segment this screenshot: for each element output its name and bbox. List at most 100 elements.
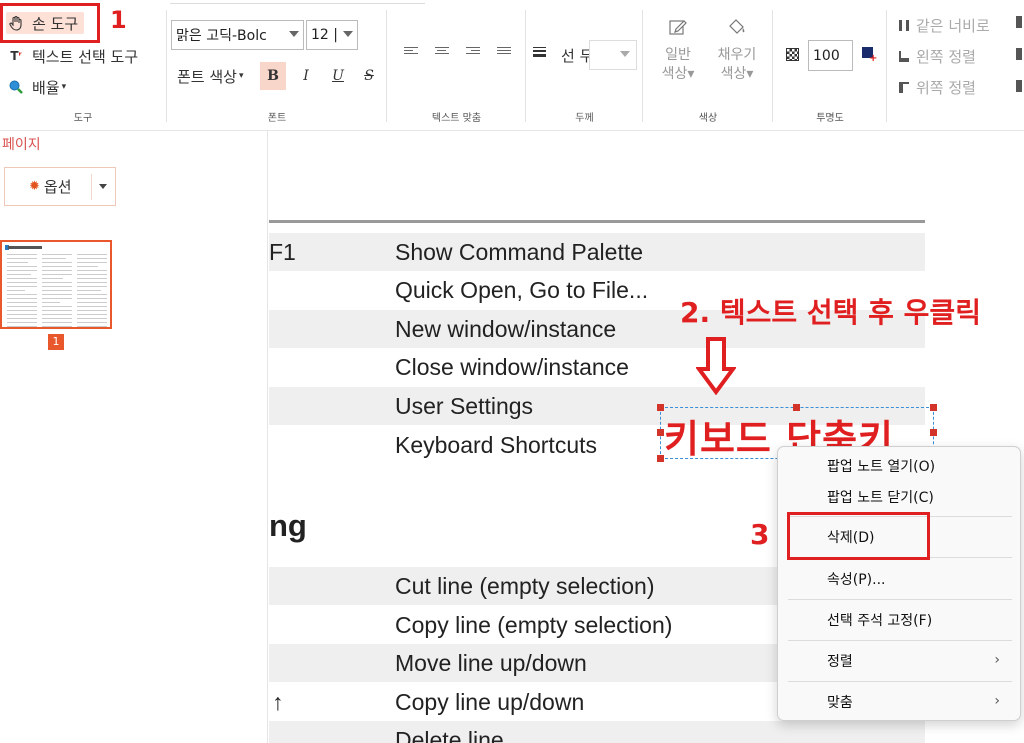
shortcut-key: ↑ bbox=[272, 689, 284, 715]
resize-handle[interactable] bbox=[930, 404, 937, 411]
menu-item-label: 맞춤 bbox=[827, 695, 853, 711]
align-left-label: 왼쪽 정렬 bbox=[916, 47, 976, 66]
step3-highlight-box bbox=[787, 512, 930, 560]
resize-handle[interactable] bbox=[657, 429, 664, 436]
font-group: 맑은 고딕-Bolc 12 | 폰트 색상 ▾ B I U S 폰트 bbox=[168, 0, 386, 130]
color-group-label: 색상 bbox=[698, 113, 718, 124]
options-button[interactable]: ✹ 옵션 bbox=[4, 167, 116, 206]
menu-item-properties[interactable]: 속성(P)... bbox=[786, 563, 1014, 595]
page-thumbnail[interactable] bbox=[0, 240, 112, 329]
opacity-input[interactable]: 100 bbox=[808, 40, 853, 71]
resize-handle[interactable] bbox=[657, 404, 664, 411]
context-menu: 팝업 노트 열기(O) 팝업 노트 닫기(C) 삭제(D) 속성(P)... 선… bbox=[777, 446, 1021, 721]
italic-label: I bbox=[303, 68, 309, 84]
bold-label: B bbox=[267, 68, 279, 84]
paint-bucket-icon bbox=[726, 16, 748, 38]
opacity-group: 100 + 투명도 bbox=[774, 0, 886, 130]
page-panel: 페이지 ✹ 옵션 1 bbox=[0, 131, 268, 743]
normal-color-button[interactable]: 일반 색상▾ bbox=[656, 16, 700, 84]
font-family-value: 맑은 고딕-Bolc bbox=[176, 28, 267, 44]
shortcut-description: New window/instance bbox=[395, 316, 617, 342]
font-size-select[interactable]: 12 | bbox=[306, 20, 358, 50]
shortcut-description: User Settings bbox=[395, 393, 534, 419]
menu-item-lock-annotation[interactable]: 선택 주석 고정(F) bbox=[786, 604, 1014, 636]
chevron-down-icon bbox=[343, 31, 353, 37]
resize-handle[interactable] bbox=[657, 455, 664, 462]
table-row: Close window/instance bbox=[269, 348, 925, 386]
shortcut-description: Cut line (empty selection) bbox=[395, 573, 655, 599]
bold-button[interactable]: B bbox=[260, 62, 286, 90]
options-label: 옵션 bbox=[43, 178, 72, 196]
menu-item-fit[interactable]: 맞춤 › bbox=[786, 686, 1014, 718]
overflow-icon bbox=[1016, 80, 1022, 92]
normal-color-label-1: 일반 bbox=[665, 47, 691, 63]
opacity-icon bbox=[786, 48, 799, 61]
underline-button[interactable]: U bbox=[325, 62, 351, 90]
thumbnail-column bbox=[77, 254, 107, 327]
chevron-down-icon[interactable] bbox=[99, 184, 107, 189]
text-select-tool-button[interactable]: Tʳ 텍스트 선택 도구 bbox=[6, 45, 138, 67]
chevron-down-icon bbox=[289, 31, 299, 37]
text-select-tool-label: 텍스트 선택 도구 bbox=[32, 47, 139, 66]
menu-item-close-popup-note[interactable]: 팝업 노트 닫기(C) bbox=[786, 481, 1014, 513]
font-color-label: 폰트 색상 bbox=[177, 67, 237, 86]
menu-item-label: 팝업 노트 닫기(C) bbox=[827, 490, 934, 506]
opacity-apply-icon[interactable]: + bbox=[862, 47, 877, 64]
page-number-badge: 1 bbox=[48, 334, 64, 350]
font-group-label: 폰트 bbox=[267, 113, 287, 124]
chevron-right-icon: › bbox=[994, 693, 1000, 709]
fill-color-label-1: 채우기 bbox=[717, 47, 757, 63]
fill-color-button[interactable]: 채우기 색상▾ bbox=[710, 16, 764, 84]
same-width-icon bbox=[898, 15, 910, 35]
section-heading: ng bbox=[269, 508, 307, 543]
thumbnail-column bbox=[42, 254, 72, 327]
zoom-tool-button[interactable]: 배율 ▾ bbox=[6, 76, 66, 98]
strikethrough-button[interactable]: S bbox=[356, 62, 382, 90]
arrange-group: 같은 너비로 왼쪽 정렬 위쪽 정렬 bbox=[888, 0, 1024, 130]
text-select-icon: Tʳ bbox=[10, 49, 22, 63]
chevron-right-icon: › bbox=[994, 652, 1000, 668]
menu-separator bbox=[788, 599, 1012, 600]
divider bbox=[642, 10, 643, 122]
shortcut-key: F1 bbox=[269, 239, 296, 265]
align-left-button[interactable]: 왼쪽 정렬 bbox=[898, 45, 976, 67]
same-width-button[interactable]: 같은 너비로 bbox=[898, 14, 990, 36]
divider bbox=[166, 10, 167, 122]
gear-icon: ✹ bbox=[29, 179, 40, 194]
align-left-icon[interactable] bbox=[404, 47, 418, 59]
align-top-label: 위쪽 정렬 bbox=[916, 78, 976, 97]
shortcut-description: Copy line up/down bbox=[395, 689, 585, 715]
underline-label: U bbox=[332, 68, 344, 84]
panel-title: 페이지 bbox=[2, 137, 41, 153]
divider bbox=[772, 10, 773, 122]
divider bbox=[91, 174, 92, 200]
shortcut-description: Show Command Palette bbox=[395, 239, 644, 265]
menu-item-arrange[interactable]: 정렬 › bbox=[786, 645, 1014, 677]
align-top-button[interactable]: 위쪽 정렬 bbox=[898, 76, 976, 98]
menu-item-label: 속성(P)... bbox=[827, 572, 886, 588]
text-align-group: 텍스트 맞춤 bbox=[388, 0, 525, 130]
menu-item-open-popup-note[interactable]: 팝업 노트 열기(O) bbox=[786, 450, 1014, 482]
overflow-icon bbox=[1016, 48, 1022, 60]
align-left-objects-icon bbox=[898, 46, 910, 66]
font-color-button[interactable]: 폰트 색상 ▾ bbox=[177, 65, 244, 87]
divider bbox=[386, 10, 387, 122]
align-justify-icon[interactable] bbox=[497, 47, 511, 59]
line-thickness-select[interactable] bbox=[589, 40, 637, 70]
opacity-group-label: 투명도 bbox=[816, 113, 844, 124]
shortcut-description: Keyboard Shortcuts bbox=[395, 432, 598, 458]
resize-handle[interactable] bbox=[930, 429, 937, 436]
same-width-label: 같은 너비로 bbox=[916, 16, 990, 35]
fill-color-label-2: 색상▾ bbox=[720, 66, 754, 82]
opacity-value: 100 bbox=[813, 47, 840, 64]
overflow-icon bbox=[1016, 16, 1022, 28]
strikethrough-label: S bbox=[364, 68, 374, 84]
font-family-select[interactable]: 맑은 고딕-Bolc bbox=[171, 20, 304, 50]
align-center-icon[interactable] bbox=[435, 47, 449, 59]
step3-label: 3 bbox=[750, 518, 770, 551]
pencil-icon bbox=[667, 16, 689, 38]
italic-button[interactable]: I bbox=[293, 62, 319, 90]
normal-color-label-2: 색상▾ bbox=[661, 66, 695, 82]
align-right-icon[interactable] bbox=[466, 47, 480, 59]
resize-handle[interactable] bbox=[793, 404, 800, 411]
